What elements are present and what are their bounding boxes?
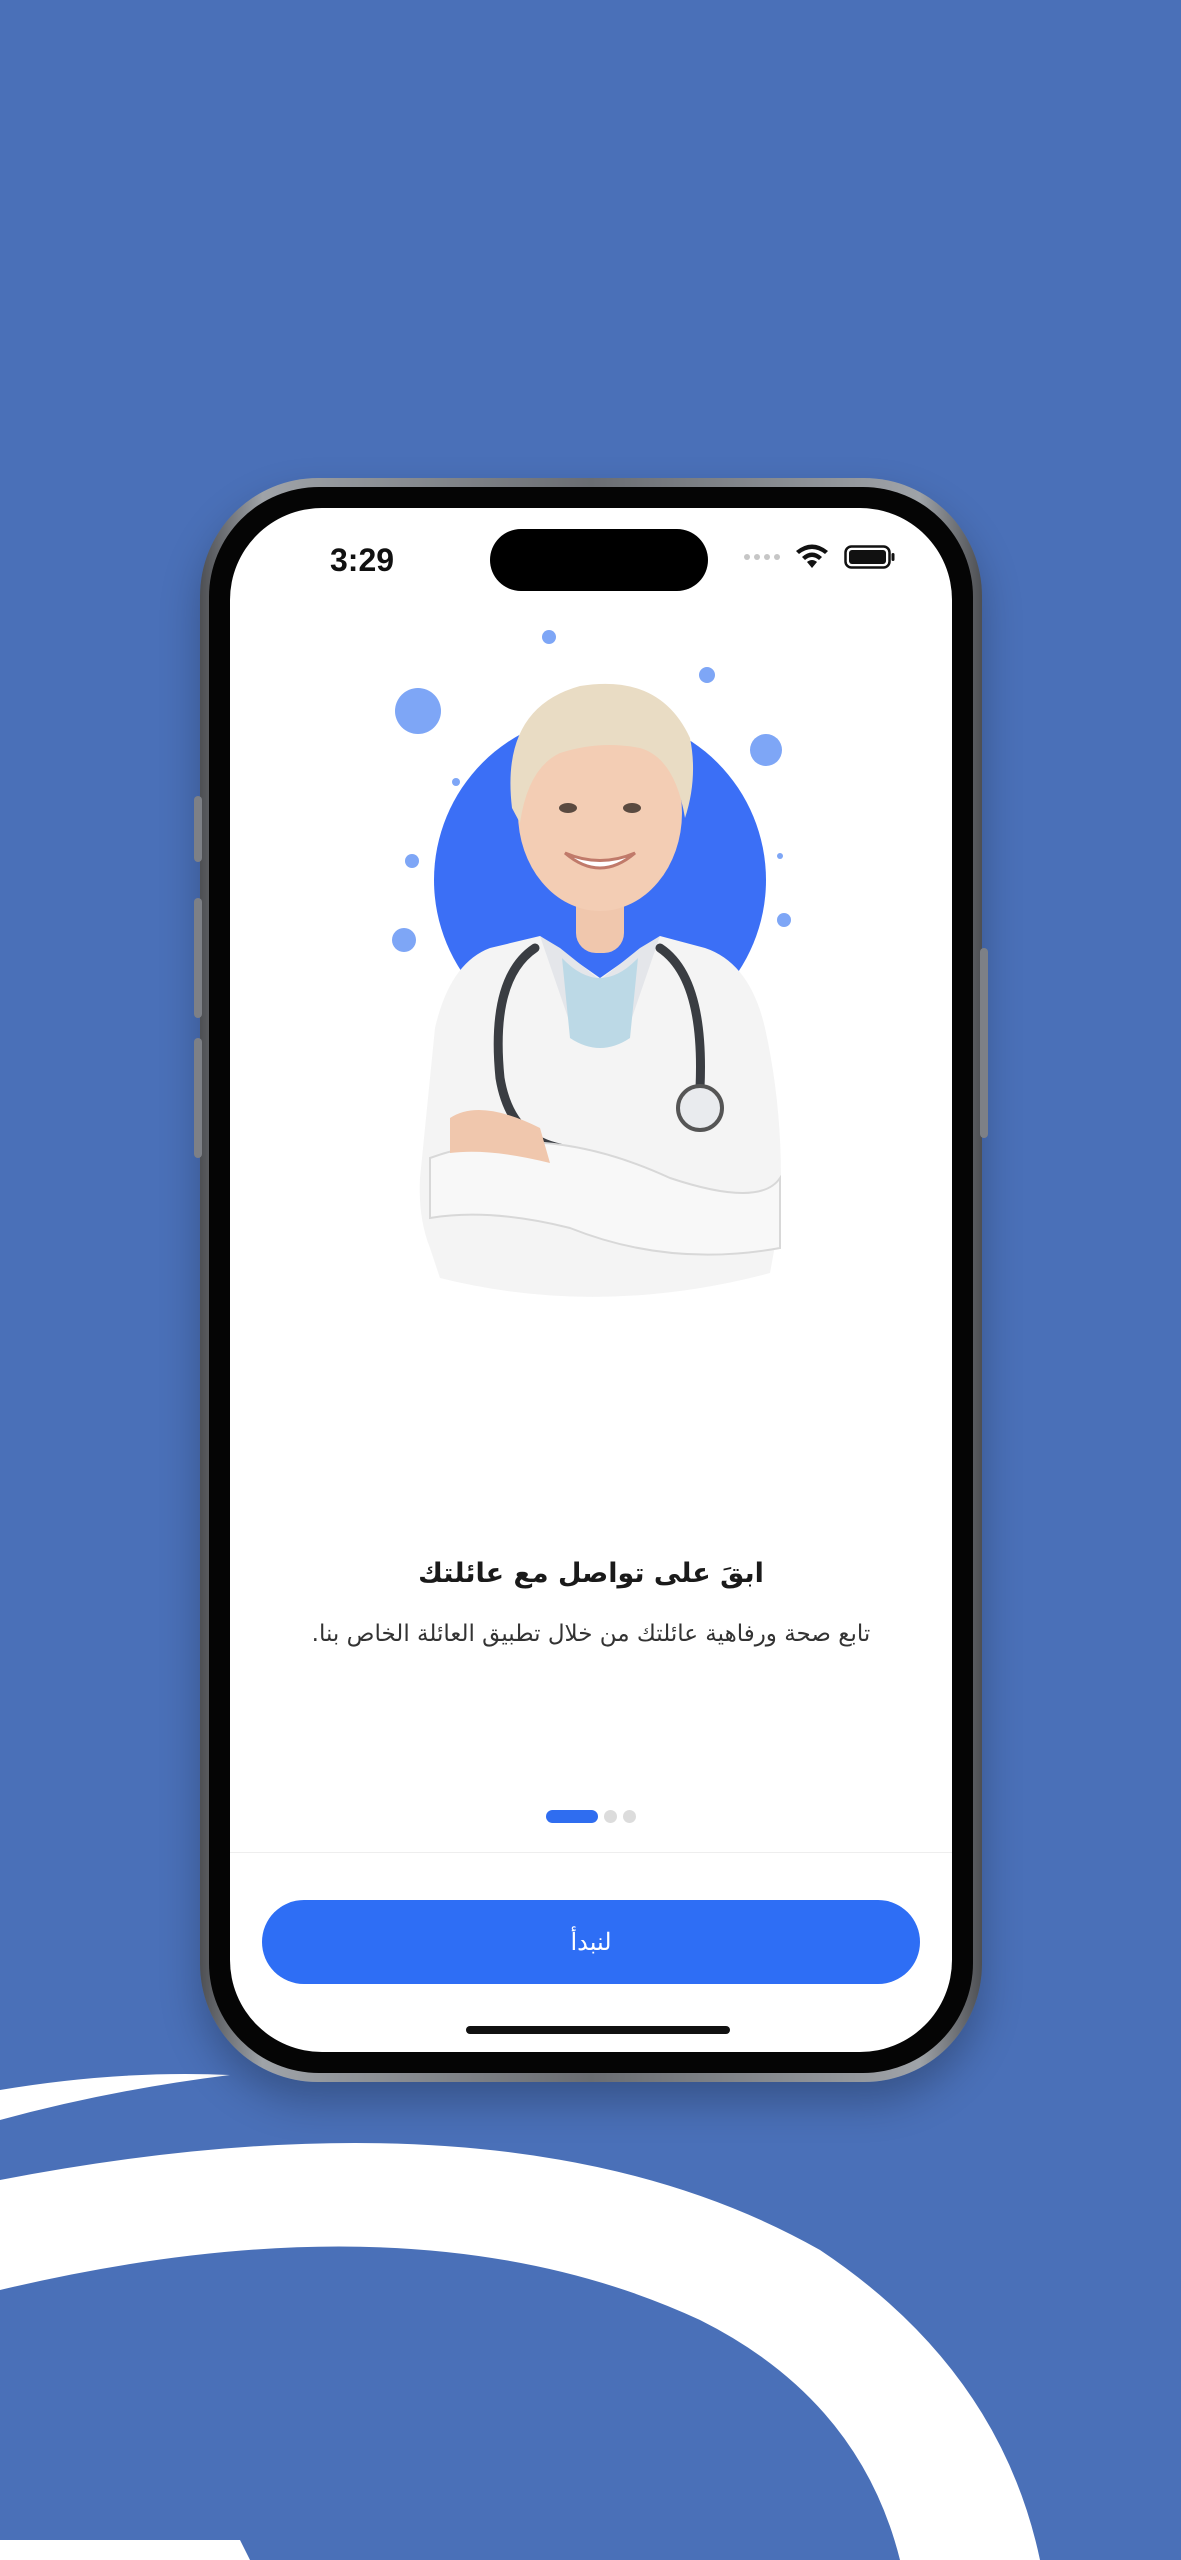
volume-down-button xyxy=(194,1038,202,1158)
wifi-icon xyxy=(796,544,828,568)
action-button xyxy=(194,796,202,862)
power-button xyxy=(980,948,988,1138)
status-icons xyxy=(744,544,896,570)
signal-dots-icon xyxy=(744,554,780,560)
onboarding-subtitle: تابع صحة ورفاهية عائلتك من خلال تطبيق ال… xyxy=(311,1621,871,1647)
volume-up-button xyxy=(194,898,202,1018)
status-time: 3:29 xyxy=(330,542,395,578)
phone-frame: 3:29 ابقَ على تواصل مع عائلتك تابع صحة و… xyxy=(194,478,988,2082)
onboarding-title: ابقَ على تواصل مع عائلتك xyxy=(418,1558,764,1589)
home-indicator[interactable] xyxy=(466,2026,730,2034)
divider xyxy=(230,1852,952,1853)
battery-icon xyxy=(844,545,895,569)
doctor-illustration xyxy=(392,630,791,1297)
page-dot xyxy=(623,1810,636,1823)
page-indicator xyxy=(230,1810,952,1823)
phone-bezel: 3:29 ابقَ على تواصل مع عائلتك تابع صحة و… xyxy=(209,487,973,2073)
app-screen: 3:29 ابقَ على تواصل مع عائلتك تابع صحة و… xyxy=(230,508,952,2052)
start-button[interactable]: لنبدأ xyxy=(262,1900,920,1984)
page-dot xyxy=(604,1810,617,1823)
dynamic-island xyxy=(490,529,708,591)
page-dot-active xyxy=(546,1810,598,1823)
